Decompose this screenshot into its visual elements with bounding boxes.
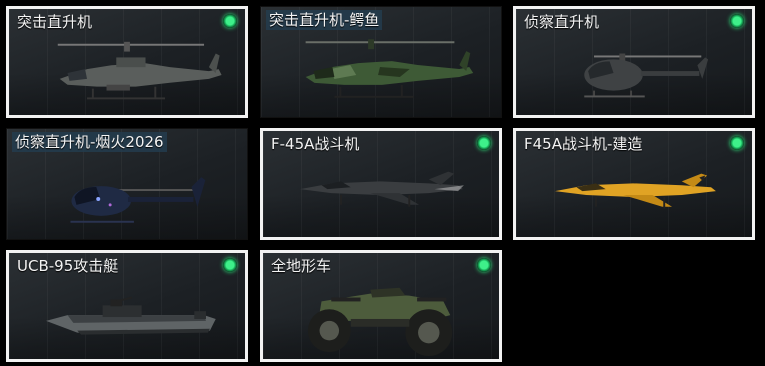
equipped-dot-icon bbox=[730, 136, 744, 150]
equipped-dot-icon bbox=[730, 14, 744, 28]
vehicle-card-f45a-fighter[interactable]: F-45A战斗机 bbox=[260, 128, 502, 240]
vehicle-card-scout-helicopter-fireworks[interactable]: 侦察直升机-烟火2026 bbox=[6, 128, 248, 240]
vehicle-card-attack-helicopter-croc[interactable]: 突击直升机-鳄鱼 bbox=[260, 6, 502, 118]
vehicle-card-atv[interactable]: 全地形车 bbox=[260, 250, 502, 362]
vehicle-card-ucb95-attack-boat[interactable]: UCB-95攻击艇 bbox=[6, 250, 248, 362]
vehicle-name: F-45A战斗机 bbox=[271, 135, 360, 153]
vehicle-name: 侦察直升机 bbox=[524, 13, 600, 31]
vehicle-name: 侦察直升机-烟火2026 bbox=[12, 132, 167, 152]
vehicle-card-f45a-fighter-construction[interactable]: F45A战斗机-建造 bbox=[513, 128, 755, 240]
apache-croc-helicopter-icon bbox=[305, 39, 474, 98]
equipped-dot-icon bbox=[477, 258, 491, 272]
scout-helicopter-icon bbox=[584, 53, 709, 98]
f45a-yellow-jet-icon bbox=[555, 173, 716, 209]
vehicle-name: UCB-95攻击艇 bbox=[17, 257, 119, 275]
vehicle-card-attack-helicopter[interactable]: 突击直升机 bbox=[6, 6, 248, 118]
equipped-dot-icon bbox=[477, 136, 491, 150]
vehicle-name: 突击直升机 bbox=[17, 13, 93, 31]
apache-helicopter-icon bbox=[57, 41, 222, 100]
f45a-jet-icon bbox=[300, 171, 464, 207]
vehicle-name: 全地形车 bbox=[271, 257, 332, 275]
equipped-dot-icon bbox=[223, 258, 237, 272]
attack-boat-icon bbox=[46, 296, 216, 335]
equipped-dot-icon bbox=[223, 14, 237, 28]
vehicle-name: F45A战斗机-建造 bbox=[524, 135, 643, 153]
vehicle-name: 突击直升机-鳄鱼 bbox=[266, 10, 383, 30]
atv-icon bbox=[307, 287, 453, 357]
scout-fireworks-helicopter-icon bbox=[70, 177, 206, 223]
vehicle-card-scout-helicopter[interactable]: 侦察直升机 bbox=[513, 6, 755, 118]
